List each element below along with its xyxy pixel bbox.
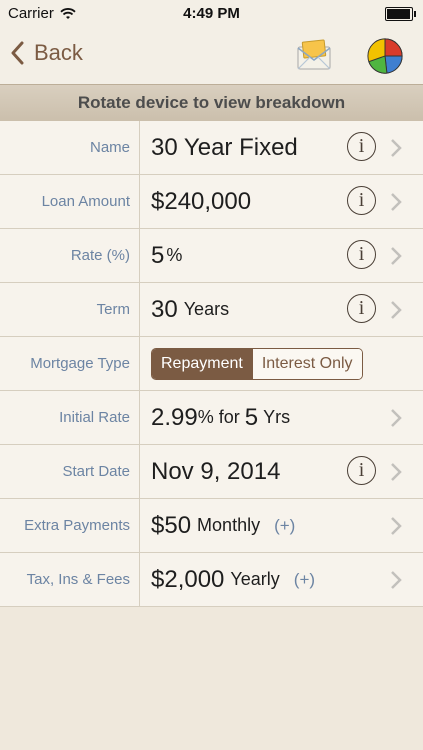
row-value: 2.99 % for 5 Yrs <box>151 391 290 444</box>
row-value: $50 Monthly (+) <box>151 499 295 552</box>
name-value: 30 Year Fixed <box>151 133 298 161</box>
chevron-right-icon <box>391 571 402 589</box>
mortgage-form: Name 30 Year Fixed i Loan Amount $240,00… <box>0 121 423 607</box>
row-loan-amount[interactable]: Loan Amount $240,000 i <box>0 175 423 229</box>
row-name[interactable]: Name 30 Year Fixed i <box>0 121 423 175</box>
column-divider <box>139 499 140 552</box>
info-icon[interactable]: i <box>347 186 376 215</box>
initial-rate-years-unit: Yrs <box>263 407 291 427</box>
tax-ins-fees-value: $2,000 <box>151 565 225 593</box>
row-value: Nov 9, 2014 <box>151 445 280 498</box>
chevron-right-icon <box>391 247 402 265</box>
chevron-right-icon <box>391 139 402 157</box>
row-value: Repayment Interest Only <box>151 337 363 390</box>
info-icon[interactable]: i <box>347 456 376 485</box>
chevron-right-icon <box>391 463 402 481</box>
pie-chart-icon[interactable] <box>366 37 404 75</box>
info-icon[interactable]: i <box>347 294 376 323</box>
extra-payments-unit: Monthly <box>197 515 261 535</box>
back-label: Back <box>34 40 83 65</box>
column-divider <box>139 553 140 606</box>
row-value: 30 Years <box>151 283 229 336</box>
battery-icon <box>385 7 416 21</box>
row-label: Name <box>89 139 130 156</box>
row-label: Initial Rate <box>59 409 130 426</box>
row-extra-payments[interactable]: Extra Payments $50 Monthly (+) <box>0 499 423 553</box>
column-divider <box>139 283 140 336</box>
info-icon[interactable]: i <box>347 240 376 269</box>
mortgage-type-segmented-control: Repayment Interest Only <box>151 347 363 380</box>
chevron-right-icon <box>391 409 402 427</box>
rate-value: 5 <box>151 241 165 269</box>
extra-payments-value: $50 <box>151 511 192 539</box>
row-tax-ins-fees[interactable]: Tax, Ins & Fees $2,000 Yearly (+) <box>0 553 423 607</box>
column-divider <box>139 445 140 498</box>
column-divider <box>139 391 140 444</box>
row-value: 5 % <box>151 229 182 282</box>
row-label: Tax, Ins & Fees <box>26 571 130 588</box>
term-unit: Years <box>183 299 230 319</box>
row-initial-rate[interactable]: Initial Rate 2.99 % for 5 Yrs <box>0 391 423 445</box>
term-value: 30 <box>151 295 178 323</box>
row-value: $240,000 <box>151 175 251 228</box>
row-rate[interactable]: Rate (%) 5 % i <box>0 229 423 283</box>
add-tax-fee-button[interactable]: (+) <box>294 570 315 590</box>
row-value: 30 Year Fixed <box>151 121 298 174</box>
row-mortgage-type: Mortgage Type Repayment Interest Only <box>0 337 423 391</box>
chevron-left-icon <box>11 41 24 65</box>
row-label: Extra Payments <box>24 517 130 534</box>
chevron-right-icon <box>391 193 402 211</box>
email-envelope-icon[interactable] <box>296 39 332 71</box>
initial-rate-unit: % <box>197 407 214 427</box>
row-term[interactable]: Term 30 Years i <box>0 283 423 337</box>
segment-repayment[interactable]: Repayment <box>152 348 252 379</box>
row-start-date[interactable]: Start Date Nov 9, 2014 i <box>0 445 423 499</box>
initial-rate-value: 2.99 <box>151 403 198 431</box>
column-divider <box>139 121 140 174</box>
column-divider <box>139 337 140 390</box>
segment-interest-only[interactable]: Interest Only <box>251 348 362 379</box>
row-label: Mortgage Type <box>30 355 130 372</box>
back-button[interactable]: Back <box>10 40 83 66</box>
initial-rate-years: 5 <box>244 403 259 431</box>
row-value: $2,000 Yearly (+) <box>151 553 315 606</box>
row-label: Term <box>96 301 130 318</box>
clock: 4:49 PM <box>183 5 240 22</box>
navigation-bar: Back <box>0 28 423 84</box>
column-divider <box>139 175 140 228</box>
loan-amount-value: $240,000 <box>151 187 252 215</box>
chevron-right-icon <box>391 301 402 319</box>
info-icon[interactable]: i <box>347 132 376 161</box>
tax-ins-fees-unit: Yearly <box>230 569 280 589</box>
rotate-hint-banner: Rotate device to view breakdown <box>0 84 423 122</box>
row-label: Loan Amount <box>41 193 130 210</box>
row-label: Start Date <box>62 463 130 480</box>
column-divider <box>139 229 140 282</box>
status-bar: Carrier 4:49 PM <box>0 0 423 28</box>
add-extra-payment-button[interactable]: (+) <box>274 516 295 536</box>
chevron-right-icon <box>391 517 402 535</box>
start-date-value: Nov 9, 2014 <box>151 457 281 485</box>
rate-unit: % <box>166 245 183 265</box>
initial-rate-connector: for <box>218 407 240 427</box>
row-label: Rate (%) <box>70 247 130 264</box>
